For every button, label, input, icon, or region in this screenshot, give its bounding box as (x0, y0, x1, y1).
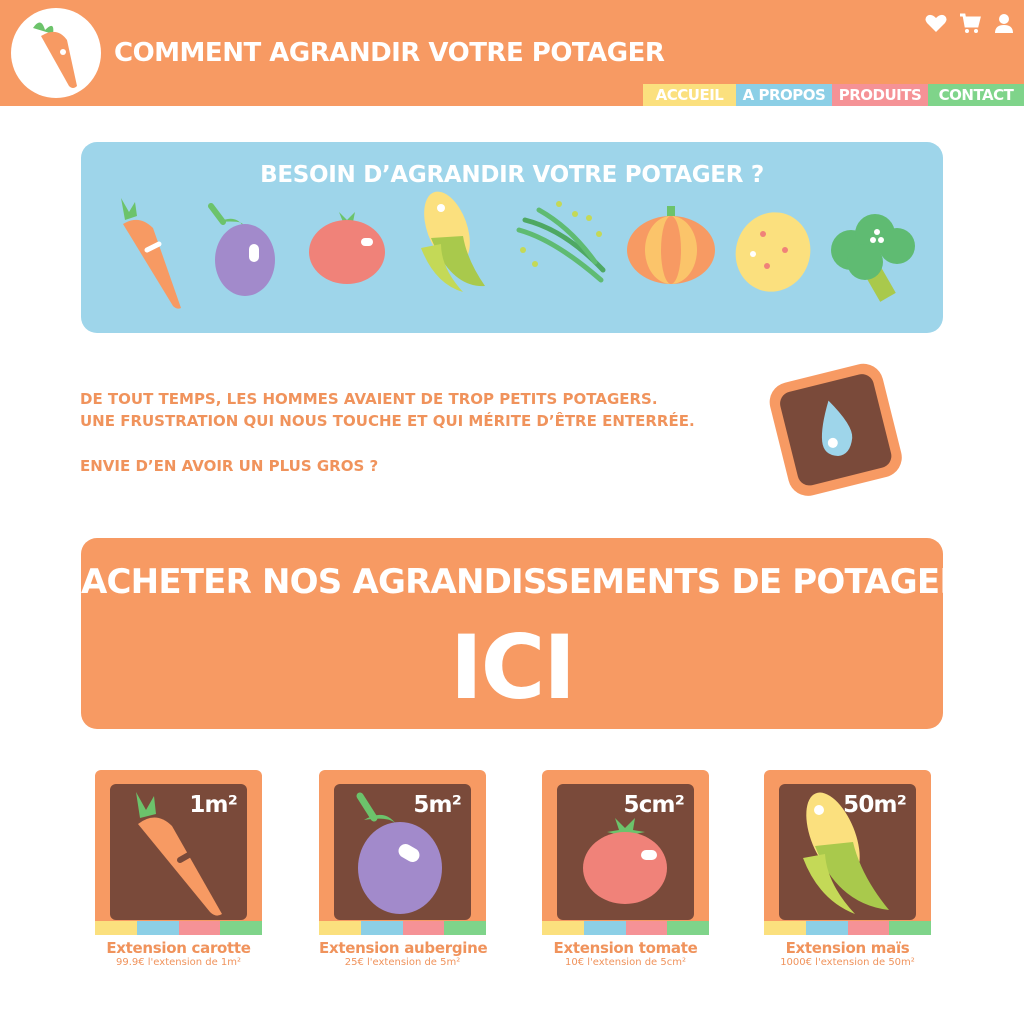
product-card-tomate[interactable]: 5cm² Extension tomate 10€ l'extension de… (542, 770, 709, 968)
main-nav: ACCUEIL A PROPOS PRODUITS CONTACT (643, 84, 1024, 106)
intro-line-1: DE TOUT TEMPS, LES HOMMES AVAIENT DE TRO… (80, 390, 658, 408)
intro-line-2: UNE FRUSTRATION QUI NOUS TOUCHE ET QUI M… (80, 412, 695, 430)
product-name[interactable]: Extension tomate (542, 939, 709, 957)
product-image: 50m² (779, 784, 916, 920)
potato-icon (735, 212, 811, 292)
product-size: 5cm² (623, 792, 685, 818)
water-drop-icon (769, 363, 902, 496)
broccoli-icon (831, 214, 915, 302)
pumpkin-icon (627, 206, 715, 284)
site-header: COMMENT AGRANDIR VOTRE POTAGER ACCUEIL A… (0, 0, 1024, 106)
top-icons (924, 11, 1016, 35)
product-image: 5m² (334, 784, 471, 920)
heart-icon[interactable] (924, 11, 948, 35)
hero-title: BESOIN D’AGRANDIR VOTRE POTAGER ? (260, 162, 764, 188)
nav-accueil[interactable]: ACCUEIL (643, 84, 736, 106)
product-size: 50m² (843, 792, 907, 818)
product-frame: 50m² (764, 770, 931, 935)
product-size: 5m² (413, 792, 461, 818)
nav-contact[interactable]: CONTACT (928, 84, 1024, 106)
product-size: 1m² (189, 792, 237, 818)
intro-line-3: ENVIE D’EN AVOIR UN PLUS GROS ? (80, 457, 379, 475)
product-price: 99.9€ l'extension de 1m² (115, 957, 242, 968)
product-name[interactable]: Extension maïs (764, 939, 931, 957)
cta-here-link[interactable]: ICI (81, 616, 943, 719)
product-price: 10€ l'extension de 5cm² (564, 957, 686, 968)
intro-text: DE TOUT TEMPS, LES HOMMES AVAIENT DE TRO… (80, 388, 760, 477)
product-name[interactable]: Extension aubergine (319, 939, 488, 957)
product-price: 1000€ l'extension de 50m² (780, 957, 915, 968)
green-beans-icon (516, 201, 606, 283)
product-image: 5cm² (557, 784, 694, 920)
hero-banner: BESOIN D’AGRANDIR VOTRE POTAGER ? (81, 142, 943, 333)
user-icon[interactable] (992, 11, 1016, 35)
product-frame: 5m² (319, 770, 486, 935)
page-title: COMMENT AGRANDIR VOTRE POTAGER (114, 38, 665, 68)
tomato-icon (309, 212, 385, 284)
color-stripes (319, 921, 486, 935)
nav-a-propos[interactable]: A PROPOS (736, 84, 832, 106)
color-stripes (764, 921, 931, 935)
nav-produits[interactable]: PRODUITS (832, 84, 928, 106)
product-card-mais[interactable]: 50m² Extension maïs 1000€ l'extension de… (764, 770, 931, 968)
eggplant-icon (208, 203, 275, 296)
product-card-carotte[interactable]: 1m² Extension carotte 99.9€ l'extension … (95, 770, 262, 968)
carrot-icon (121, 198, 181, 309)
product-card-aubergine[interactable]: 5m² Extension aubergine 25€ l'extension … (319, 770, 488, 968)
color-stripes (542, 921, 709, 935)
corn-icon (421, 191, 485, 292)
cta-text: ACHETER NOS AGRANDISSEMENTS DE POTAGERS (81, 562, 989, 602)
product-frame: 1m² (95, 770, 262, 935)
product-price: 25€ l'extension de 5m² (344, 957, 461, 968)
buy-cta-banner[interactable]: ACHETER NOS AGRANDISSEMENTS DE POTAGERS … (81, 538, 989, 729)
product-frame: 5cm² (542, 770, 709, 935)
color-stripes (95, 921, 262, 935)
cart-icon[interactable] (958, 11, 982, 35)
product-name[interactable]: Extension carotte (95, 939, 262, 957)
product-image: 1m² (110, 784, 247, 920)
carrot-logo-icon[interactable] (11, 8, 101, 98)
